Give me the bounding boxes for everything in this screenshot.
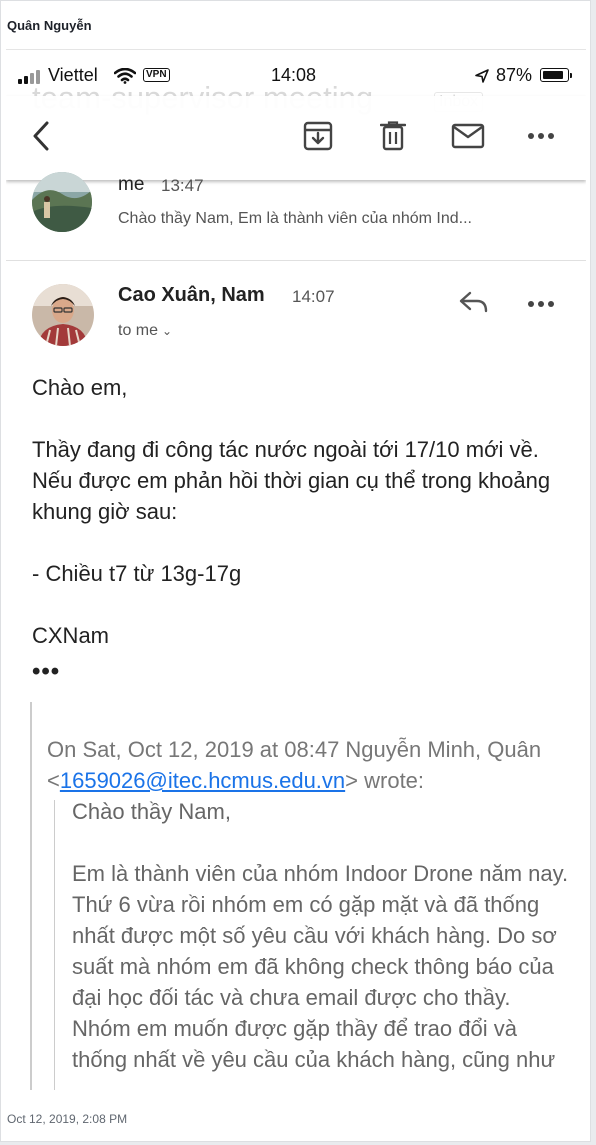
quoted-line [72, 827, 572, 858]
vpn-badge: VPN [143, 68, 170, 82]
back-arrow-icon[interactable] [26, 118, 56, 154]
quote-bar [30, 702, 32, 1090]
nested-quote-bar [54, 800, 55, 1090]
email-toolbar [6, 96, 586, 180]
signal-icon [18, 70, 40, 84]
body-line [32, 589, 562, 620]
wifi-icon [114, 68, 136, 84]
show-trimmed-button[interactable]: ••• [32, 658, 60, 686]
message-divider [6, 260, 586, 261]
quoted-line: Chào thầy Nam, [72, 799, 231, 824]
quoted-body: Chào thầy Nam, Em là thành viên của nhóm… [72, 796, 572, 1075]
email-screenshot: team-supervisor meeting Inbox Viettel VP… [6, 49, 586, 1090]
sender-avatar [32, 284, 94, 346]
collapsed-snippet: Chào thầy Nam, Em là thành viên của nhóm… [118, 210, 472, 227]
post-author[interactable]: Quân Nguyễn [7, 18, 92, 33]
recipient-toggle[interactable]: to me ⌄ [118, 322, 172, 340]
body-line: - Chiều t7 từ 13g-17g [32, 561, 242, 586]
chevron-down-icon: ⌄ [162, 324, 173, 338]
post-timestamp: Oct 12, 2019, 2:08 PM [7, 1112, 128, 1126]
archive-icon[interactable] [302, 120, 334, 152]
location-arrow-icon [475, 69, 489, 83]
message-body: Chào em, Thầy đang đi công tác nước ngoà… [32, 372, 562, 651]
message-time: 14:07 [292, 287, 335, 306]
reply-icon[interactable] [458, 289, 490, 315]
status-bar: Viettel VPN 14:08 87% [6, 50, 586, 96]
body-line [32, 403, 562, 434]
collapsed-time: 13:47 [161, 176, 204, 195]
battery-icon [540, 68, 569, 82]
carrier-name: Viettel [48, 65, 98, 85]
battery-percent: 87% [496, 65, 533, 85]
status-time: 14:08 [271, 65, 317, 85]
sender-name: Cao Xuân, Nam [118, 284, 265, 306]
collapsed-sender: me [118, 174, 145, 195]
more-icon[interactable] [526, 130, 556, 142]
mail-icon[interactable] [450, 122, 486, 150]
trash-icon[interactable] [378, 120, 408, 152]
body-line: CXNam [32, 623, 110, 648]
recipient-label: to me [118, 322, 159, 339]
body-line [32, 527, 562, 558]
quote-email-link[interactable]: 1659026@itec.hcmus.edu.vn [60, 768, 345, 793]
quote-header: On Sat, Oct 12, 2019 at 08:47 Nguyễn Min… [47, 737, 542, 793]
post-card: Quân Nguyễn team-supervisor meeting Inbo… [0, 0, 591, 1142]
avatar [32, 172, 92, 232]
body-line: Thầy đang đi công tác nước ngoài tới 17/… [32, 437, 551, 524]
quoted-line: Em là thành viên của nhóm Indoor Drone n… [72, 861, 569, 1072]
body-line: Chào em, [32, 375, 128, 400]
message-more-icon[interactable] [526, 298, 556, 310]
